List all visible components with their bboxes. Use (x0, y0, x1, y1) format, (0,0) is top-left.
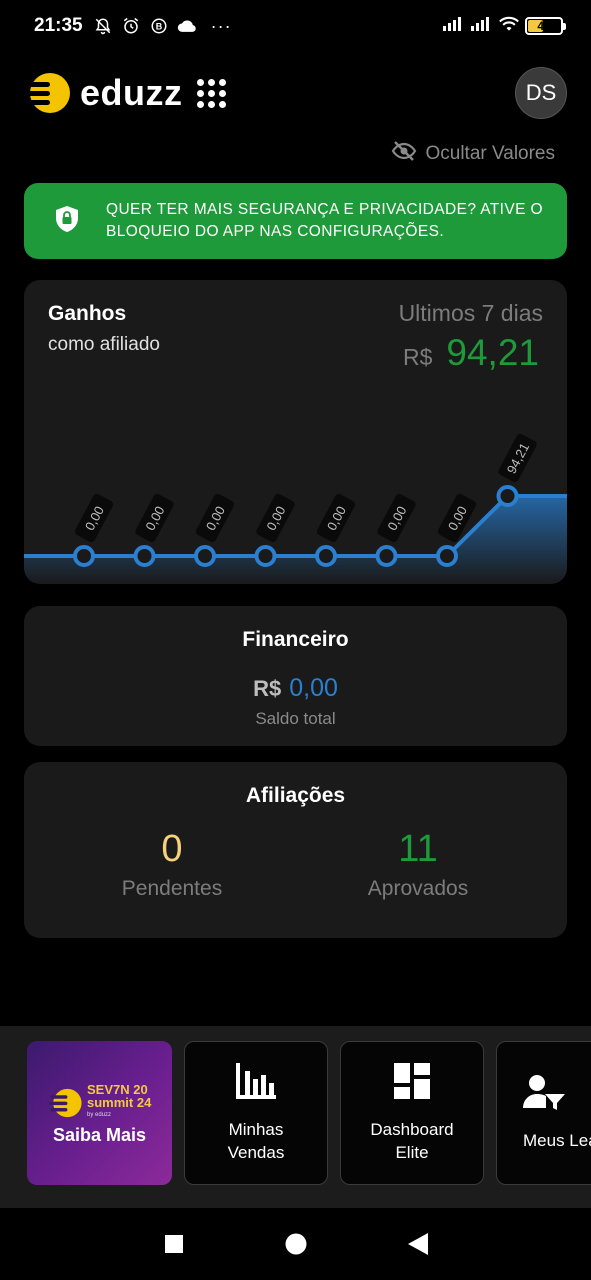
cloud-icon (177, 16, 197, 36)
approved-label: Aprovados (367, 877, 469, 900)
security-banner[interactable]: QUER TER MAIS SEGURANÇA E PRIVACIDADE? A… (24, 183, 567, 259)
summit-brand-small: by eduzz (87, 1112, 112, 1118)
chart-data-label: 0,00 (74, 493, 114, 543)
status-notification-icons: B ··· (93, 16, 232, 37)
affiliations-pending[interactable]: 0 Pendentes (62, 828, 282, 901)
pending-count: 0 (161, 828, 183, 870)
financial-title: Financeiro (242, 628, 349, 651)
shortcut-label-line: Meus Leads (523, 1131, 591, 1150)
battery-icon: 43 (525, 17, 566, 35)
pending-label: Pendentes (121, 877, 223, 900)
earnings-value: 94,21 (446, 332, 539, 373)
eduzz-logo-icon (24, 69, 72, 117)
bell-off-icon (93, 16, 113, 36)
chart-data-label: 0,00 (135, 493, 174, 543)
chart-data-label: 0,00 (316, 493, 356, 543)
chart-point (496, 485, 519, 507)
status-system-icons: 43 (443, 16, 566, 37)
summit-promo-card[interactable]: SEV7N 20 summit 24 by eduzz Saiba Mais (27, 1041, 172, 1185)
shortcut-label: Minhas Vendas (228, 1118, 285, 1164)
shortcuts-carousel[interactable]: SEV7N 20 summit 24 by eduzz Saiba Mais M… (0, 1026, 591, 1208)
dashboard-icon (394, 1062, 430, 1104)
shortcut-label: Meus Leads (523, 1129, 591, 1152)
summit-brand-line: summit 24 (87, 1095, 152, 1110)
battery-level: 43 (537, 19, 551, 33)
apps-grid-icon[interactable] (196, 78, 226, 108)
hide-values-label: Ocultar Valores (425, 143, 555, 164)
status-bar: 21:35 B ··· 43 (0, 0, 591, 52)
earnings-card[interactable]: 0,00 0,00 0,00 0,00 0,00 0,00 0,00 94,21 Ganhos… (24, 280, 567, 584)
banner-text: QUER TER MAIS SEGURANÇA E PRIVACIDADE? A… (106, 199, 543, 243)
earnings-title: Ganhos (48, 302, 127, 325)
affiliations-approved[interactable]: 11 Aprovados (308, 828, 528, 901)
earnings-subtitle: como afiliado (48, 334, 160, 355)
earnings-period: Ultimos 7 dias (398, 300, 543, 326)
shortcut-label: Dashboard Elite (370, 1118, 453, 1164)
financial-value: 0,00 (289, 674, 338, 702)
triangle-back-icon (407, 1233, 428, 1255)
chart-data-label: 0,00 (195, 493, 235, 543)
financial-amount: R$ 0,00 (24, 674, 567, 703)
shortcut-label-line: Vendas (227, 1142, 285, 1162)
chart-data-label: 94,21 (498, 433, 537, 483)
hide-values-toggle[interactable]: Ocultar Valores (391, 140, 555, 168)
home-button[interactable] (285, 1233, 307, 1255)
banner-text-line: BLOQUEIO DO APP NAS CONFIGURAÇÕES. (106, 223, 445, 240)
chart-point (254, 545, 277, 567)
chart-data-label: 0,00 (377, 493, 416, 543)
system-nav-bar (0, 1208, 591, 1280)
app-header: eduzz DS (0, 58, 591, 128)
square-icon (164, 1235, 183, 1253)
summit-logo: SEV7N 20 summit 24 by eduzz (49, 1083, 151, 1122)
learn-more-label: Saiba Mais (52, 1125, 147, 1145)
dashboard-elite-shortcut[interactable]: Dashboard Elite (340, 1041, 484, 1185)
financial-label: Saldo total (255, 709, 336, 728)
wifi-icon (499, 16, 519, 37)
recents-button[interactable] (163, 1233, 185, 1255)
avatar[interactable]: DS (515, 67, 567, 119)
my-sales-shortcut[interactable]: Minhas Vendas (184, 1041, 328, 1185)
eduzz-mark-icon (49, 1088, 82, 1117)
b-circle-icon: B (149, 16, 169, 36)
chart-point (436, 545, 458, 567)
shortcut-label-line: Minhas (228, 1119, 284, 1139)
affiliations-card[interactable]: Afiliações 0 Pendentes 11 Aprovados (24, 762, 567, 938)
chart-point (194, 545, 216, 567)
shield-lock-icon (54, 205, 80, 238)
shortcut-label-line: Elite (395, 1142, 429, 1162)
shortcut-label-line: Dashboard (370, 1119, 454, 1139)
chart-point (73, 545, 95, 567)
chart-point (133, 545, 156, 567)
eye-off-icon (391, 140, 417, 168)
alarm-icon (121, 16, 141, 36)
earnings-amount: R$ 94,21 (403, 332, 539, 374)
logo-text: eduzz (80, 72, 183, 113)
more-notifications: ··· (210, 15, 232, 36)
summit-brand: SEV7N 20 summit 24 by eduzz (87, 1083, 151, 1122)
bar-chart-icon (236, 1062, 276, 1104)
my-leads-shortcut[interactable]: Meus Leads (496, 1041, 591, 1185)
banner-text-line: QUER TER MAIS SEGURANÇA E PRIVACIDADE? A… (106, 201, 543, 218)
signal-icon (471, 16, 493, 36)
earnings-currency: R$ (403, 344, 433, 370)
approved-count: 11 (398, 828, 438, 870)
financial-currency: R$ (253, 676, 282, 701)
circle-icon (285, 1233, 306, 1255)
svg-text:B: B (155, 21, 162, 31)
user-filter-icon (523, 1074, 565, 1115)
status-time: 21:35 (34, 15, 83, 36)
signal-icon (443, 16, 465, 36)
chart-data-label: 0,00 (256, 493, 295, 543)
financial-card[interactable]: Financeiro R$ 0,00 Saldo total (24, 606, 567, 746)
chart-point (375, 545, 398, 567)
back-button[interactable] (407, 1233, 429, 1255)
affiliations-title: Afiliações (245, 784, 346, 807)
chart-point (315, 545, 337, 567)
